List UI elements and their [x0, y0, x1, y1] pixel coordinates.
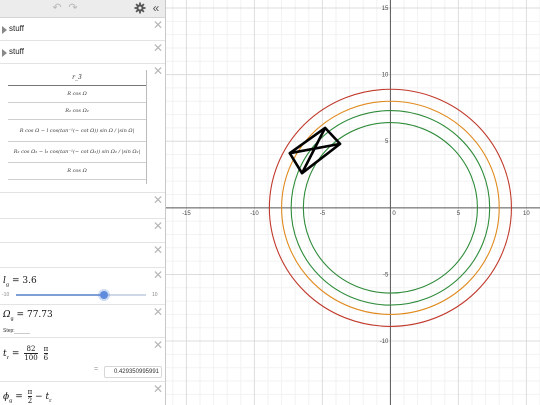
folder-label: stuff	[9, 47, 24, 56]
lg-slider-fill	[16, 294, 105, 296]
redo-arrow-icon[interactable]: ↷	[67, 2, 79, 14]
phi-minus: −	[35, 392, 43, 402]
folder-label: stuff	[9, 24, 24, 33]
lg-equation[interactable]: lg = 3.6	[3, 276, 37, 288]
x-tick-label: 10	[523, 211, 530, 217]
step-input[interactable]	[14, 333, 30, 334]
tr-pi-numerator: π	[43, 345, 49, 354]
tr-pi-denominator: 6	[43, 354, 49, 362]
close-icon[interactable]: ✕	[153, 220, 163, 232]
y-tick-label: -5	[383, 272, 389, 278]
lg-slider-track[interactable]	[16, 294, 146, 296]
table-cell[interactable]: R₂ cos Ω₂	[8, 103, 146, 120]
tr-result-value: 0.429350995991	[104, 366, 162, 378]
slider-min-label: -10	[2, 292, 10, 298]
x-tick-label: -15	[182, 211, 191, 217]
expression-row[interactable]: ✕	[0, 220, 165, 243]
y-tick-label: 15	[382, 6, 389, 12]
y-tick-label: 5	[385, 139, 389, 145]
x-tick-label: -10	[250, 211, 259, 217]
tr-equation[interactable]: tr = 82 100 π 6	[3, 345, 49, 362]
step-label: Step:	[3, 328, 15, 334]
expression-table: r_3 R cos Ω R₂ cos Ω₂ R cos Ω − l cos(ta…	[8, 70, 146, 180]
folder-expand-icon[interactable]	[2, 26, 7, 34]
y-tick-label: -10	[380, 339, 389, 345]
double-chevron-left-icon[interactable]: «	[149, 1, 163, 15]
folder-expand-icon[interactable]	[2, 49, 7, 57]
undo-arrow-icon[interactable]: ↶	[51, 2, 63, 14]
graphing-app: ↶ ↷ « stuff ✕ stuff ✕ ✕ r_3 R cos Ω R₂ c…	[0, 0, 540, 405]
close-icon[interactable]: ✕	[153, 19, 163, 31]
slider-max-label: 10	[152, 292, 158, 298]
expression-row[interactable]: ✕	[0, 244, 165, 268]
table-cell[interactable]: R cos Ω	[8, 86, 146, 103]
table-cell[interactable]: R cos Ω	[8, 163, 146, 180]
close-icon[interactable]: ✕	[153, 244, 163, 256]
graph-canvas[interactable]: -15 -10 -5 0 5 10 15 10 5 -5 -10	[166, 0, 540, 405]
tr-fraction: 82 100	[24, 345, 38, 362]
gear-icon[interactable]	[134, 2, 146, 14]
expression-row[interactable]: ✕	[0, 194, 165, 219]
phi-tail-subscript: r	[49, 397, 52, 404]
close-icon[interactable]: ✕	[153, 42, 163, 54]
close-icon[interactable]: ✕	[153, 269, 163, 281]
close-icon[interactable]: ✕	[153, 194, 163, 206]
phi-denominator: 2	[27, 397, 33, 405]
omega-equation[interactable]: Ωg = 77.73	[3, 310, 53, 322]
table-cell[interactable]: R cos Ω − l cos(tan⁻¹(− cot Ω)) sin Ω / …	[8, 120, 146, 142]
tr-result-equals: =	[94, 366, 99, 373]
folder-row[interactable]: stuff ✕	[0, 42, 165, 64]
tr-numerator: 82	[24, 345, 38, 354]
expression-toolbar: ↶ ↷ «	[0, 0, 165, 18]
expression-panel: ↶ ↷ « stuff ✕ stuff ✕ ✕ r_3 R cos Ω R₂ c…	[0, 0, 166, 405]
tr-subscript: r	[6, 354, 10, 361]
close-icon[interactable]: ✕	[153, 339, 163, 351]
close-icon[interactable]: ✕	[153, 306, 163, 318]
tr-pi-fraction: π 6	[43, 345, 49, 362]
lg-subscript: g	[5, 281, 10, 288]
phi-equation[interactable]: ϕg = π 2 − tr	[3, 388, 52, 405]
folder-row[interactable]: stuff ✕	[0, 19, 165, 41]
phi-fraction: π 2	[27, 388, 33, 405]
tr-equals: =	[11, 349, 20, 359]
table-scroll-border	[146, 70, 147, 184]
graph-paper[interactable]: -15 -10 -5 0 5 10 15 10 5 -5 -10	[166, 0, 540, 405]
lg-value: 3.6	[22, 276, 37, 286]
tr-denominator: 100	[24, 354, 38, 362]
x-tick-label: 0	[392, 211, 396, 217]
x-tick-label: 5	[457, 211, 461, 217]
omega-value: 77.73	[26, 310, 53, 320]
phi-subscript: g	[9, 397, 13, 404]
close-icon[interactable]: ✕	[153, 383, 163, 395]
omega-equals: =	[16, 310, 25, 320]
lg-equals: =	[11, 276, 20, 286]
omega-subscript: g	[10, 315, 14, 322]
phi-numerator: π	[27, 388, 33, 397]
x-tick-label: -5	[320, 211, 326, 217]
y-tick-label: 10	[382, 73, 389, 79]
close-icon[interactable]: ✕	[153, 65, 163, 77]
table-cell[interactable]: R₂ cos Ω₂ − l₂ cos(tan⁻¹(− cot Ω₂)) sin …	[8, 142, 146, 163]
phi-equals: =	[15, 392, 23, 402]
table-header[interactable]: r_3	[8, 70, 146, 86]
